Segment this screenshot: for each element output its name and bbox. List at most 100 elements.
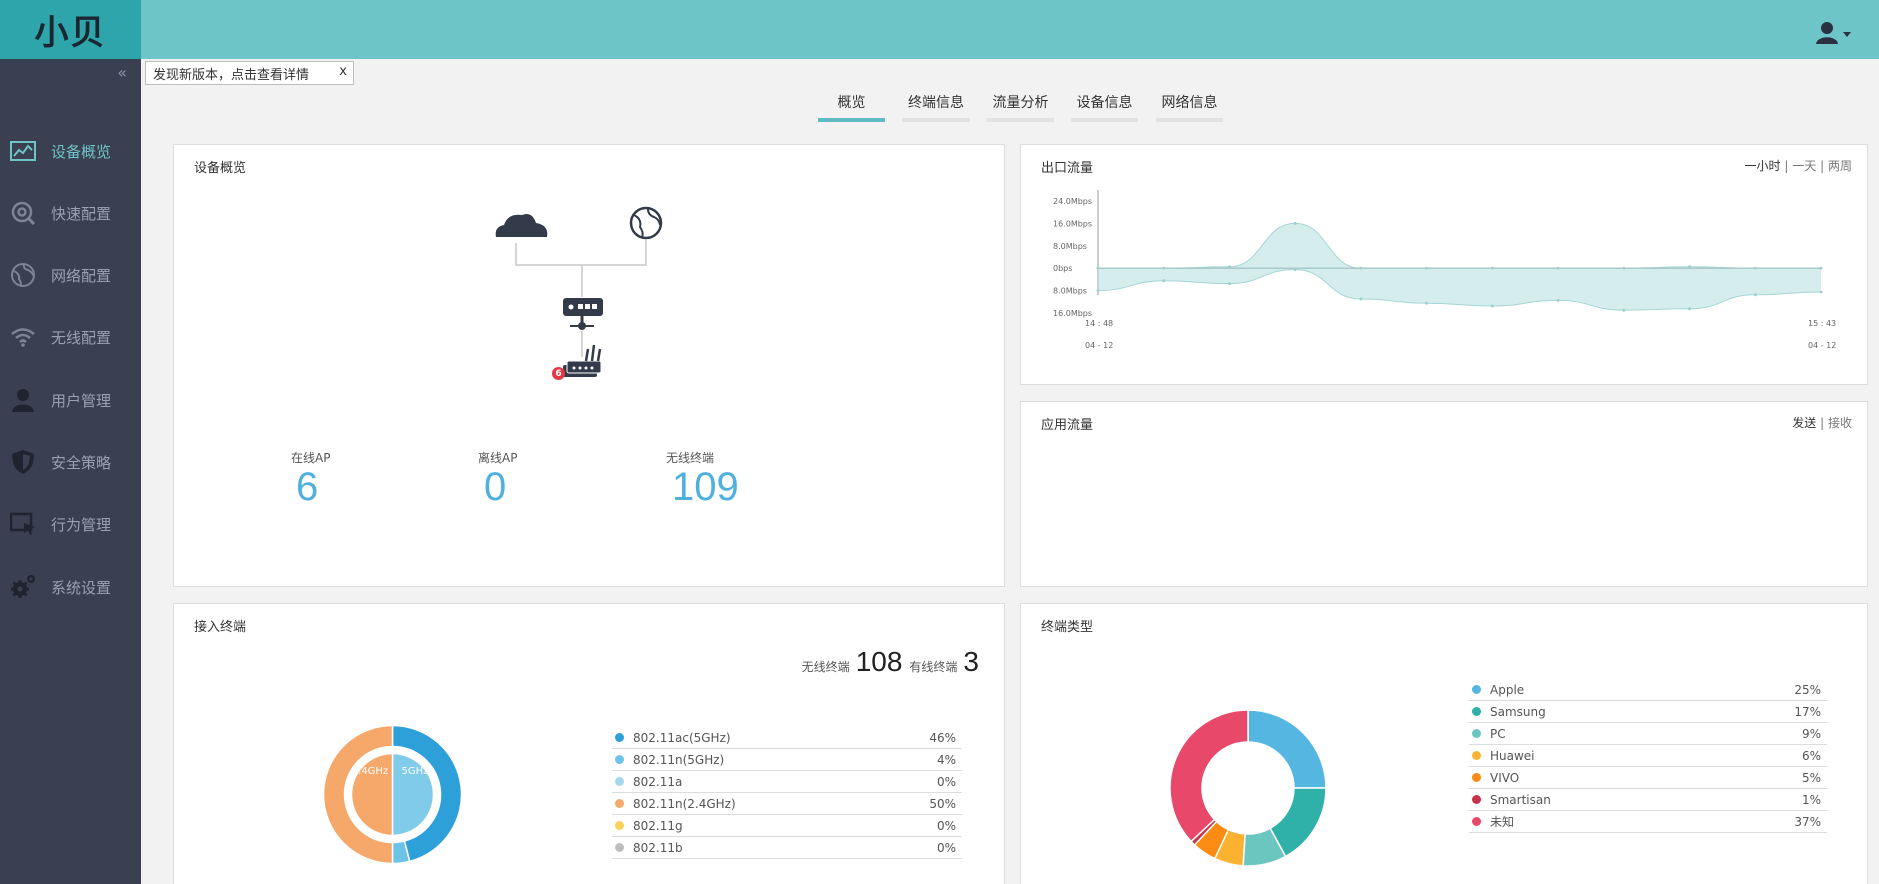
shield-icon	[8, 447, 38, 477]
ap-count-badge: 6	[552, 367, 565, 380]
legend-row: 802.11n(2.4GHz) 50%	[612, 793, 962, 815]
y-tick-label: 16.0Mbps	[1053, 309, 1092, 318]
tab-terminal-info[interactable]: 终端信息	[902, 92, 970, 122]
sidebar-item-label: 系统设置	[51, 578, 112, 597]
gateway-device-icon	[563, 298, 603, 330]
donut-slice	[1169, 709, 1249, 843]
wireless-terminal-label: 无线终端	[666, 451, 715, 465]
app-logo[interactable]: 小贝	[0, 0, 141, 59]
close-notice-button[interactable]: x	[339, 64, 347, 79]
y-tick-label: 0bps	[1053, 264, 1072, 273]
send-option[interactable]: 发送	[1792, 416, 1816, 430]
sidebar-item-wireless-config[interactable]: 无线配置	[0, 312, 141, 362]
sidebar-item-device-overview[interactable]: 设备概览	[0, 126, 141, 176]
legend-value: 1%	[1801, 792, 1821, 807]
legend-row: Apple 25%	[1469, 679, 1827, 701]
sidebar-item-network-config[interactable]: 网络配置	[0, 250, 141, 300]
wired-count-value: 3	[963, 646, 979, 677]
line-chart-icon	[8, 136, 38, 166]
legend-dot	[1472, 685, 1481, 694]
x-start-time: 14 : 48	[1085, 319, 1113, 328]
online-ap-value: 6	[296, 465, 319, 509]
legend-dot	[615, 733, 624, 742]
legend-row: PC 9%	[1469, 723, 1827, 745]
legend-dot	[1472, 729, 1481, 738]
legend-dot	[1472, 795, 1481, 804]
sidebar-item-label: 行为管理	[51, 515, 112, 534]
separator: |	[1820, 416, 1825, 430]
terminal-counts: 无线终端 108 有线终端 3	[802, 646, 979, 678]
receive-option[interactable]: 接收	[1828, 416, 1852, 430]
collapse-sidebar-button[interactable]: «	[117, 63, 127, 82]
panel-title: 接入终端	[194, 620, 247, 635]
tab-label: 网络信息	[1161, 95, 1218, 111]
tab-label: 设备信息	[1076, 95, 1133, 111]
legend-row: 802.11n(5GHz) 4%	[612, 749, 962, 771]
legend-row: Smartisan 1%	[1469, 789, 1827, 811]
legend-label: 802.11ac(5GHz)	[633, 730, 731, 745]
x-start-date: 04 - 12	[1085, 341, 1113, 350]
legend-value: 6%	[1801, 748, 1821, 763]
legend-value: 50%	[929, 796, 956, 811]
legend-row: 802.11b 0%	[612, 837, 962, 859]
tab-label: 概览	[837, 95, 866, 111]
sidebar-item-system-settings[interactable]: 系统设置	[0, 562, 141, 612]
sidebar: « 设备概览 快速配置 网络配置 无线配置 用户管理 安全策略 行为管理 系统设…	[0, 59, 141, 884]
tab-network-info[interactable]: 网络信息	[1156, 92, 1223, 122]
legend-value: 17%	[1794, 704, 1821, 719]
legend-dot	[1472, 707, 1481, 716]
legend-label: Huawei	[1490, 748, 1535, 763]
inner-2g-label: 2.4GHz	[351, 766, 389, 777]
sidebar-item-security-policy[interactable]: 安全策略	[0, 437, 141, 487]
legend-value: 0%	[936, 840, 956, 855]
donut-slice	[1247, 709, 1327, 789]
legend-dot	[615, 843, 624, 852]
wifi-icon	[8, 322, 38, 352]
data-point	[1556, 298, 1560, 302]
data-point	[1490, 304, 1494, 308]
data-point	[1753, 293, 1757, 297]
y-tick-label: 16.0Mbps	[1053, 219, 1092, 228]
legend-row: 802.11ac(5GHz) 46%	[612, 727, 962, 749]
egress-traffic-panel: 出口流量 一小时 | 一天 | 两周 24.0Mbps 16.0Mbps 8.0Mb…	[1020, 144, 1868, 385]
tab-overview[interactable]: 概览	[818, 92, 885, 122]
topology-diagram	[495, 206, 663, 377]
caret-down-icon	[1843, 32, 1851, 37]
legend-row: Samsung 17%	[1469, 701, 1827, 723]
user-menu-button[interactable]	[1815, 20, 1857, 46]
legend-value: 46%	[929, 730, 956, 745]
device-overview-panel: 设备概览 6 在线AP 6 离线AP 0 无线终端 109	[173, 144, 1005, 587]
inner-5g-label: 5GHz	[401, 766, 429, 777]
sidebar-item-quick-config[interactable]: 快速配置	[0, 188, 141, 238]
legend-label: 未知	[1490, 815, 1515, 829]
direction-selector: 发送 | 接收	[1792, 414, 1852, 431]
user-icon	[8, 385, 38, 415]
globe-icon	[8, 260, 38, 290]
legend-value: 0%	[936, 774, 956, 789]
terminal-type-panel: 终端类型 Apple 25% Samsung 17% PC 9% Huawei 6% VIVO 5…	[1020, 603, 1868, 884]
legend-label: Samsung	[1490, 704, 1546, 719]
wireless-terminal-value: 109	[672, 465, 739, 509]
legend-dot	[615, 777, 624, 786]
update-notice[interactable]: 发现新版本，点击查看详情 x	[145, 61, 354, 85]
tab-device-info[interactable]: 设备信息	[1071, 92, 1138, 122]
sidebar-item-user-management[interactable]: 用户管理	[0, 375, 141, 425]
data-point	[1293, 221, 1297, 225]
tab-label: 流量分析	[992, 95, 1049, 111]
behavior-icon	[8, 509, 38, 539]
legend-value: 25%	[1794, 682, 1821, 697]
sidebar-item-label: 用户管理	[51, 391, 112, 410]
tab-label: 终端信息	[908, 95, 964, 111]
wired-count-label: 有线终端	[909, 660, 958, 674]
legend-value: 0%	[936, 818, 956, 833]
tab-traffic-analysis[interactable]: 流量分析	[987, 92, 1054, 122]
legend-label: 802.11n(5GHz)	[633, 752, 725, 767]
cloud-icon	[495, 214, 548, 237]
legend-label: 802.11g	[633, 818, 683, 833]
user-icon	[1816, 22, 1851, 44]
legend-row: 未知 37%	[1469, 811, 1827, 833]
sidebar-item-label: 无线配置	[51, 328, 112, 347]
sidebar-item-behavior-management[interactable]: 行为管理	[0, 499, 141, 549]
y-tick-label: 8.0Mbps	[1053, 242, 1087, 251]
update-notice-text[interactable]: 发现新版本，点击查看详情	[153, 64, 309, 83]
